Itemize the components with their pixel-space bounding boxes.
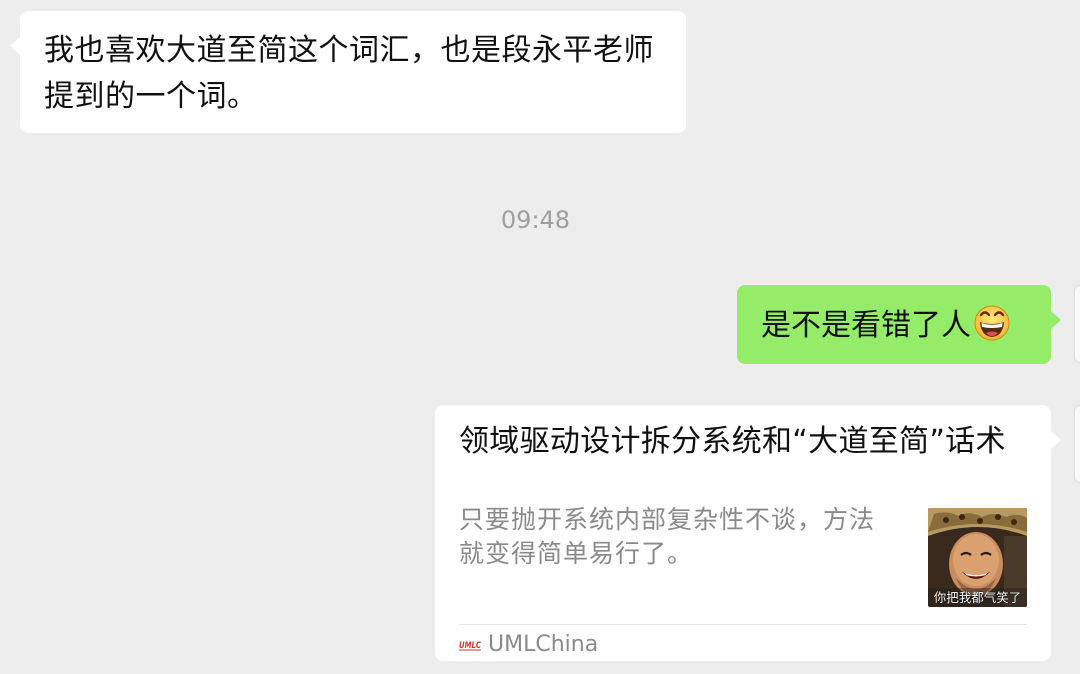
thumbnail-caption: 你把我都气笑了 [934,590,1022,605]
outgoing-message-content: 是不是看错了人 [761,307,971,343]
link-card-thumbnail: 你把我都气笑了 [928,508,1027,607]
message-timestamp: 09:48 [500,206,571,234]
incoming-message-text: 我也喜欢大道至简这个词汇，也是段永平老师提到的一个词。 [44,33,654,114]
link-card-divider [459,624,1027,625]
link-card-description: 只要抛开系统内部复杂性不谈，方法就变得简单易行了。 [459,505,876,568]
link-card-source: UMLC UMLChina [459,631,598,657]
incoming-message-bubble[interactable]: 我也喜欢大道至简这个词汇，也是段永平老师提到的一个词。 [10,11,686,133]
grinning-face-icon [974,305,1010,340]
outgoing-message-bubble[interactable]: 是不是看错了人 [737,285,1061,364]
outgoing-message-text: 是不是看错了人 [761,304,1011,346]
umlchina-logo-icon: UMLC [459,641,481,651]
link-card-source-name: UMLChina [488,631,599,657]
sender-avatar-partial-2[interactable] [1074,405,1080,483]
thumbnail-image: 你把我都气笑了 [928,508,1027,607]
link-card[interactable]: 领域驱动设计拆分系统和“大道至简”话术 只要抛开系统内部复杂性不谈，方法就变得简… [435,405,1061,661]
link-card-title: 领域驱动设计拆分系统和“大道至简”话术 [459,424,1006,459]
sender-avatar-partial[interactable] [1074,285,1080,363]
